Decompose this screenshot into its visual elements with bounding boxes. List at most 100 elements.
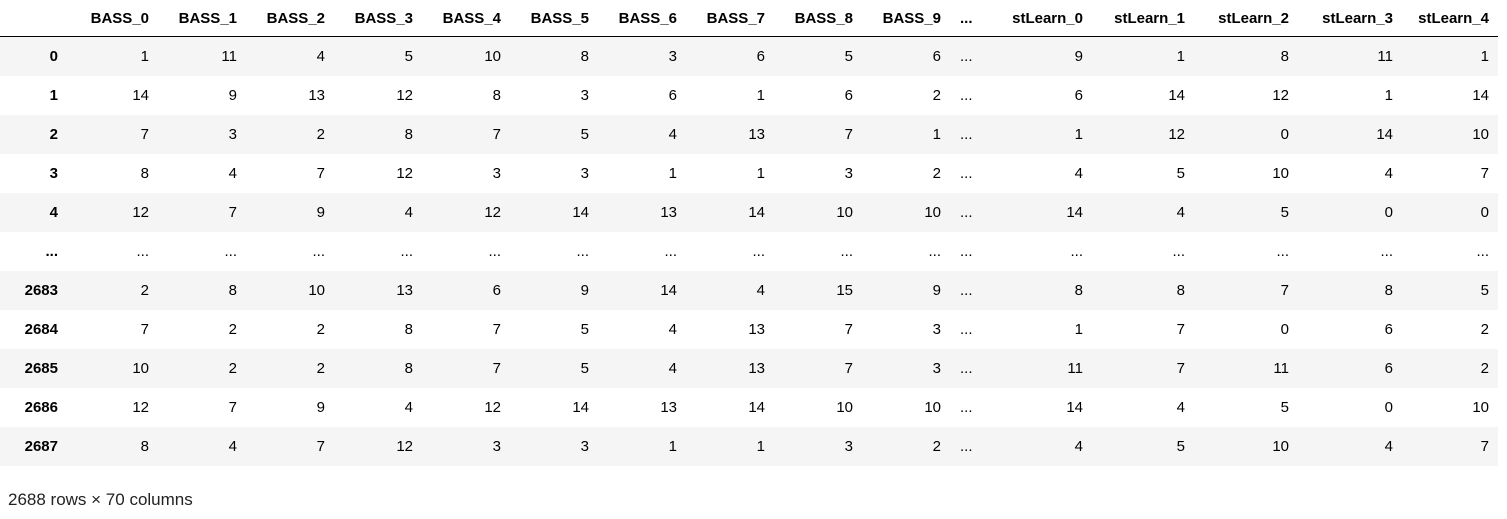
table-cell: 12 <box>484 203 501 221</box>
table-cell: ... <box>960 242 973 260</box>
table-cell: 14 <box>1066 203 1083 221</box>
table-cell: 13 <box>748 125 765 143</box>
table-cell: ... <box>1380 242 1393 260</box>
table-cell: ... <box>960 86 973 104</box>
table-cell: ... <box>224 242 237 260</box>
table-cell: 7 <box>1176 320 1185 338</box>
column-header: BASS_7 <box>686 0 774 37</box>
table-cell: 7 <box>316 164 325 182</box>
table-cell: 0 <box>1384 203 1393 221</box>
table-cell: 7 <box>228 398 237 416</box>
table-cell: 12 <box>396 164 413 182</box>
column-header: BASS_4 <box>422 0 510 37</box>
table-cell: 10 <box>836 203 853 221</box>
table-cell: 14 <box>572 398 589 416</box>
table-cell: 1 <box>668 164 677 182</box>
table-cell: 10 <box>308 281 325 299</box>
column-header-ellipsis: ... <box>950 0 990 37</box>
table-cell: 14 <box>1168 86 1185 104</box>
table-cell: 12 <box>484 398 501 416</box>
table-cell: 3 <box>844 164 853 182</box>
table-cell: 8 <box>1176 281 1185 299</box>
table-cell: ... <box>136 242 149 260</box>
table-cell: 1 <box>1074 320 1083 338</box>
table-row: 3 8 4 7 12 3 3 1 1 3 2... 4 5 10 4 7 <box>0 154 1498 193</box>
table-cell: 2 <box>932 86 941 104</box>
table-cell: 5 <box>580 125 589 143</box>
table-cell: 7 <box>316 437 325 455</box>
table-cell: 1 <box>1480 47 1489 65</box>
table-cell: 4 <box>404 398 413 416</box>
table-cell: 8 <box>492 86 501 104</box>
table-cell: 13 <box>308 86 325 104</box>
table-cell: 6 <box>492 281 501 299</box>
table-cell: 7 <box>844 320 853 338</box>
table-cell: ... <box>960 203 973 221</box>
table-cell: 13 <box>660 203 677 221</box>
table-cell: 5 <box>404 47 413 65</box>
table-cell: 10 <box>132 359 149 377</box>
table-cell: 14 <box>660 281 677 299</box>
table-cell: 4 <box>668 359 677 377</box>
table-cell: ... <box>960 47 973 65</box>
table-cell: 7 <box>844 125 853 143</box>
table-cell: 6 <box>844 86 853 104</box>
table-cell: ... <box>960 437 973 455</box>
table-cell: 11 <box>1067 359 1083 377</box>
table-cell: 11 <box>221 47 237 65</box>
table-cell: 13 <box>748 320 765 338</box>
table-cell: 4 <box>668 320 677 338</box>
table-cell: 14 <box>1472 86 1489 104</box>
table-cell: 9 <box>316 203 325 221</box>
table-cell: 2 <box>1480 359 1489 377</box>
table-cell: 4 <box>1074 437 1083 455</box>
table-cell: 4 <box>228 164 237 182</box>
column-header: BASS_2 <box>246 0 334 37</box>
column-header: stLearn_1 <box>1092 0 1194 37</box>
table-cell: 12 <box>132 203 149 221</box>
table-cell: ... <box>1070 242 1083 260</box>
column-header: BASS_6 <box>598 0 686 37</box>
table-cell: 8 <box>404 320 413 338</box>
table-cell: 13 <box>660 398 677 416</box>
table-cell: 10 <box>1472 398 1489 416</box>
table-cell: 10 <box>1272 164 1289 182</box>
table-cell: 10 <box>836 398 853 416</box>
table-cell: 3 <box>492 164 501 182</box>
table-cell: 6 <box>756 47 765 65</box>
table-cell: 13 <box>396 281 413 299</box>
table-cell: 1 <box>932 125 941 143</box>
table-cell: 7 <box>1480 164 1489 182</box>
table-row-ellipsis: ........................................… <box>0 232 1498 271</box>
row-index: ... <box>45 242 58 260</box>
table-cell: 2 <box>932 164 941 182</box>
table-cell: 7 <box>140 320 149 338</box>
table-cell: ... <box>312 242 325 260</box>
table-cell: 6 <box>1074 86 1083 104</box>
table-cell: 7 <box>492 125 501 143</box>
table-cell: 8 <box>404 125 413 143</box>
table-cell: 5 <box>1176 437 1185 455</box>
index-header <box>0 0 70 37</box>
table-cell: 5 <box>580 320 589 338</box>
table-cell: 8 <box>1384 281 1393 299</box>
table-cell: 1 <box>1074 125 1083 143</box>
table-cell: ... <box>488 242 501 260</box>
column-header: BASS_0 <box>70 0 158 37</box>
row-index: 4 <box>49 203 58 221</box>
table-cell: 3 <box>580 164 589 182</box>
table-cell: 3 <box>932 320 941 338</box>
table-cell: 14 <box>1376 125 1393 143</box>
table-cell: 15 <box>836 281 853 299</box>
table-cell: 8 <box>140 437 149 455</box>
table-cell: 12 <box>132 398 149 416</box>
row-index: 2683 <box>24 281 58 299</box>
table-cell: 4 <box>228 437 237 455</box>
table-row: 2684 7 2 2 8 7 5 4 13 7 3... 1 7 0 6 2 <box>0 310 1498 349</box>
table-cell: ... <box>840 242 853 260</box>
table-row: 2683 2 8 10 13 6 9 14 4 15 9... 8 8 7 8 5 <box>0 270 1498 310</box>
table-row: 2687 8 4 7 12 3 3 1 1 3 2... 4 5 10 4 7 <box>0 426 1498 466</box>
table-cell: ... <box>960 164 973 182</box>
table-cell: 3 <box>492 437 501 455</box>
table-cell: 3 <box>228 125 237 143</box>
